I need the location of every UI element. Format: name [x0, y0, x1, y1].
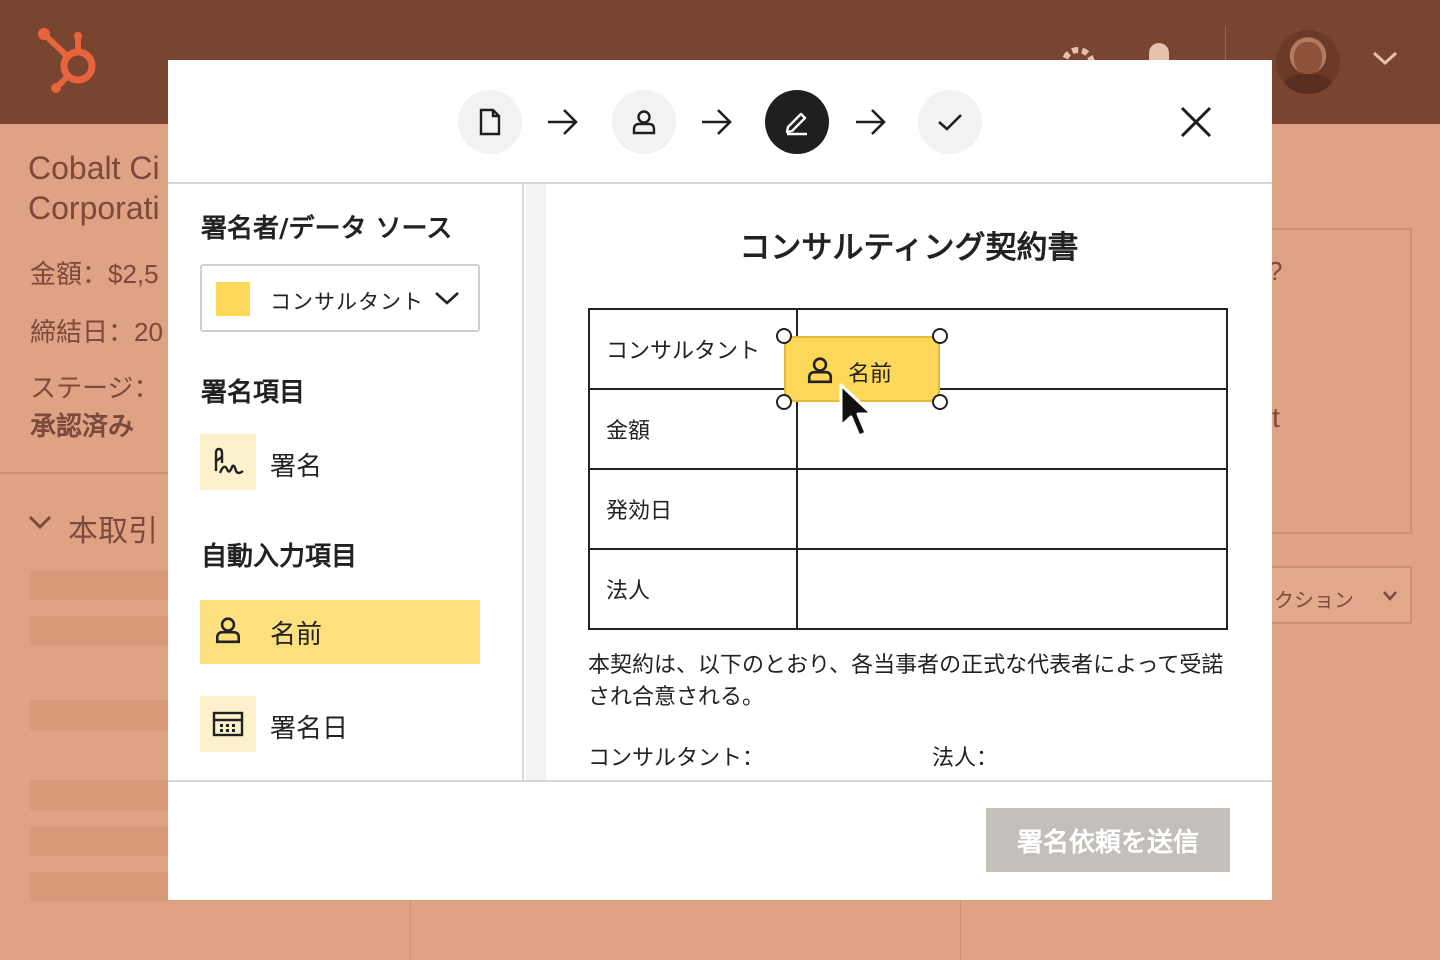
pencil-icon: [785, 112, 807, 136]
document-paragraph: 本契約は、以下のとおり、各当事者の正式な代表者によって受諾され合意される。: [588, 653, 1224, 710]
chevron-down-icon: [1383, 591, 1397, 601]
placeholder-bar: [30, 616, 168, 646]
signature-field-item[interactable]: 署名: [200, 432, 480, 496]
record-stage-value[interactable]: 承認済み: [30, 406, 134, 443]
table-cell-label: 金額: [588, 388, 798, 470]
resize-handle-top-left[interactable]: [776, 328, 792, 344]
section-chevron-down-icon[interactable]: [28, 514, 52, 530]
resize-handle-bottom-left[interactable]: [776, 394, 792, 410]
check-icon: [938, 114, 962, 131]
record-amount: 金額：$2,5: [30, 259, 159, 289]
signer-select-value: コンサルタント: [270, 290, 424, 314]
signature-fields-heading: 署名項目: [201, 378, 306, 408]
chevron-down-icon: [435, 292, 459, 305]
progress-stepper: [458, 90, 988, 154]
resize-handle-top-right[interactable]: [932, 328, 948, 344]
document-preview: コンサルティング契約書 コンサルタント 金額 発効日 法人 本契約は、以下のとお…: [546, 184, 1272, 780]
table-row: 発効日: [588, 468, 1228, 550]
signer-select[interactable]: コンサルタント: [200, 264, 480, 332]
arrow-right-icon: [548, 109, 578, 135]
placeholder-bar: [30, 826, 168, 856]
document-title: コンサルティング契約書: [739, 230, 1079, 266]
signer-heading: 署名者/データ ソース: [201, 214, 453, 244]
account-menu-chevron-down-icon[interactable]: [1372, 50, 1398, 66]
user-avatar[interactable]: [1276, 30, 1340, 94]
table-cell-label: コンサルタント: [588, 308, 798, 390]
signer-color-swatch: [216, 282, 250, 316]
close-icon[interactable]: [1178, 104, 1214, 140]
arrow-right-icon: [702, 109, 732, 135]
column-divider: [960, 900, 961, 960]
signature-icon: [214, 447, 244, 475]
table-cell-label: 発効日: [588, 468, 798, 550]
step-edit-fields[interactable]: [765, 90, 829, 154]
fields-sidebar: 署名者/データ ソース コンサルタント 署名項目 署名 自動入力項目 名前 署名…: [168, 184, 524, 780]
person-icon: [632, 110, 656, 135]
actions-dropdown-button[interactable]: クション: [1272, 566, 1412, 624]
document-icon: [479, 108, 501, 136]
signature-line-entity: 法人：: [932, 746, 999, 771]
column-divider: [410, 900, 411, 960]
signature-field-label: 署名: [270, 452, 323, 482]
placeholder-bar: [30, 700, 168, 730]
step-review[interactable]: [918, 90, 982, 154]
mouse-pointer-icon: [839, 383, 874, 438]
record-stage-label: ステージ：: [30, 373, 160, 403]
person-icon: [215, 617, 241, 644]
signature-line-consultant: コンサルタント：: [588, 746, 765, 771]
autofill-item-signing-date-label: 署名日: [270, 714, 349, 744]
record-company-name: Cobalt Ci Corporati: [28, 150, 160, 226]
placeholder-bar: [30, 570, 168, 600]
send-signature-request-button[interactable]: 署名依頼を送信: [986, 808, 1230, 872]
arrow-right-icon: [856, 109, 886, 135]
autofill-item-signing-date[interactable]: 署名日: [200, 694, 480, 758]
document-gutter: [526, 184, 546, 780]
step-document[interactable]: [458, 90, 522, 154]
autofill-fields-heading: 自動入力項目: [201, 542, 358, 572]
right-card-text: t: [1272, 402, 1280, 433]
record-close-date: 締結日：20: [30, 317, 163, 347]
table-cell-label: 法人: [588, 548, 798, 630]
autofill-item-name[interactable]: 名前: [200, 600, 480, 664]
placeholder-bar: [30, 780, 168, 810]
record-divider: [0, 472, 168, 474]
table-cell-drop-target[interactable]: [796, 548, 1228, 630]
person-icon: [807, 357, 833, 384]
table-row: 法人: [588, 548, 1228, 630]
step-signer[interactable]: [612, 90, 676, 154]
right-side-card: [1272, 228, 1412, 534]
calendar-icon: [212, 711, 244, 737]
signature-request-modal: 署名者/データ ソース コンサルタント 署名項目 署名 自動入力項目 名前 署名…: [168, 60, 1272, 900]
footer-divider: [168, 780, 1272, 782]
autofill-item-name-label: 名前: [270, 620, 323, 650]
hubspot-logo-icon[interactable]: [36, 26, 106, 96]
placeholder-bar: [30, 872, 168, 902]
resize-handle-bottom-right[interactable]: [932, 394, 948, 410]
table-cell-drop-target[interactable]: [796, 468, 1228, 550]
section-title[interactable]: 本取引: [68, 506, 158, 550]
